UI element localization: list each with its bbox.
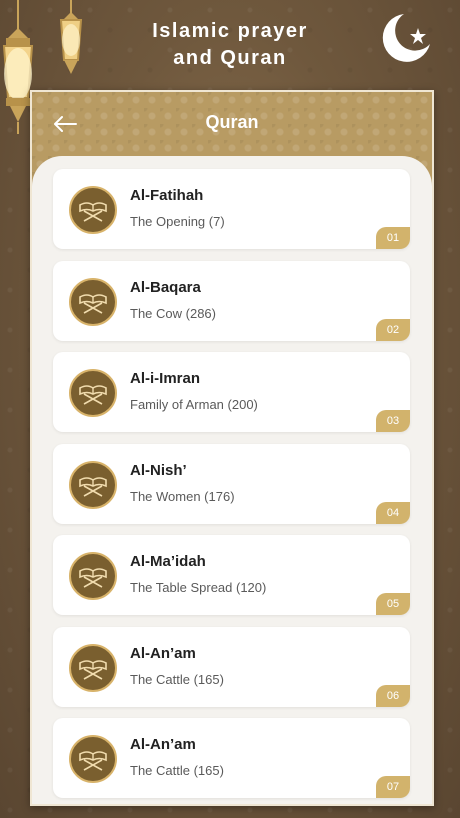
surah-subtitle: The Cattle (165): [130, 763, 224, 778]
surah-list-item[interactable]: Al-Fatihah The Opening (7) 01: [53, 169, 410, 249]
surah-name: Al-Fatihah: [130, 187, 204, 204]
quran-book-icon: [69, 460, 117, 509]
quran-book-icon: [69, 735, 117, 783]
surah-number-badge: 07: [376, 776, 410, 798]
surah-subtitle: The Table Spread (120): [130, 580, 267, 595]
quran-book-icon: [69, 643, 117, 692]
quran-card: Quran Al-Fatihah The Opening (7) 01 Al-B…: [30, 90, 434, 806]
surah-name: Al-An’am: [130, 736, 196, 753]
page-title: Quran: [205, 112, 259, 132]
surah-subtitle: The Cattle (165): [130, 671, 224, 687]
surah-list-item[interactable]: Al-Ma’idah The Table Spread (120) 05: [53, 535, 410, 615]
surah-list-item[interactable]: Al-An’am The Cattle (165) 06: [53, 626, 410, 707]
surah-number-badge: 03: [376, 410, 410, 432]
surah-number-badge: 06: [376, 684, 410, 707]
surah-name: Al-Nish’: [130, 461, 187, 479]
surah-number-badge: 04: [376, 501, 410, 524]
quran-book-icon: [69, 186, 117, 234]
surah-name: Al-Baqara: [130, 278, 201, 296]
surah-list-item[interactable]: Al-Nish’ The Women (176) 04: [53, 443, 410, 524]
surah-subtitle: The Cow (286): [130, 305, 216, 321]
surah-name: Al-i-Imran: [130, 370, 201, 387]
surah-name: Al-Ma’idah: [130, 553, 206, 570]
surah-list-item[interactable]: Al-i-Imran Family of Arman (200) 03: [53, 352, 410, 432]
quran-book-icon: [69, 369, 117, 417]
surah-subtitle: Family of Arman (200): [130, 397, 258, 412]
quran-book-icon: [69, 277, 117, 326]
surah-list-item[interactable]: Al-An’am The Cattle (165) 07: [53, 718, 410, 798]
surah-subtitle: The Women (176): [130, 488, 235, 504]
surah-list: Al-Fatihah The Opening (7) 01 Al-Baqara …: [32, 156, 432, 804]
surah-subtitle: The Opening (7): [130, 214, 225, 229]
surah-name: Al-An’am: [130, 644, 196, 662]
surah-list-item[interactable]: Al-Baqara The Cow (286) 02: [53, 260, 410, 341]
surah-number-badge: 05: [376, 593, 410, 615]
surah-number-badge: 01: [376, 227, 410, 249]
surah-number-badge: 02: [376, 318, 410, 341]
quran-book-icon: [69, 552, 117, 600]
crescent-moon-icon: [382, 14, 430, 62]
